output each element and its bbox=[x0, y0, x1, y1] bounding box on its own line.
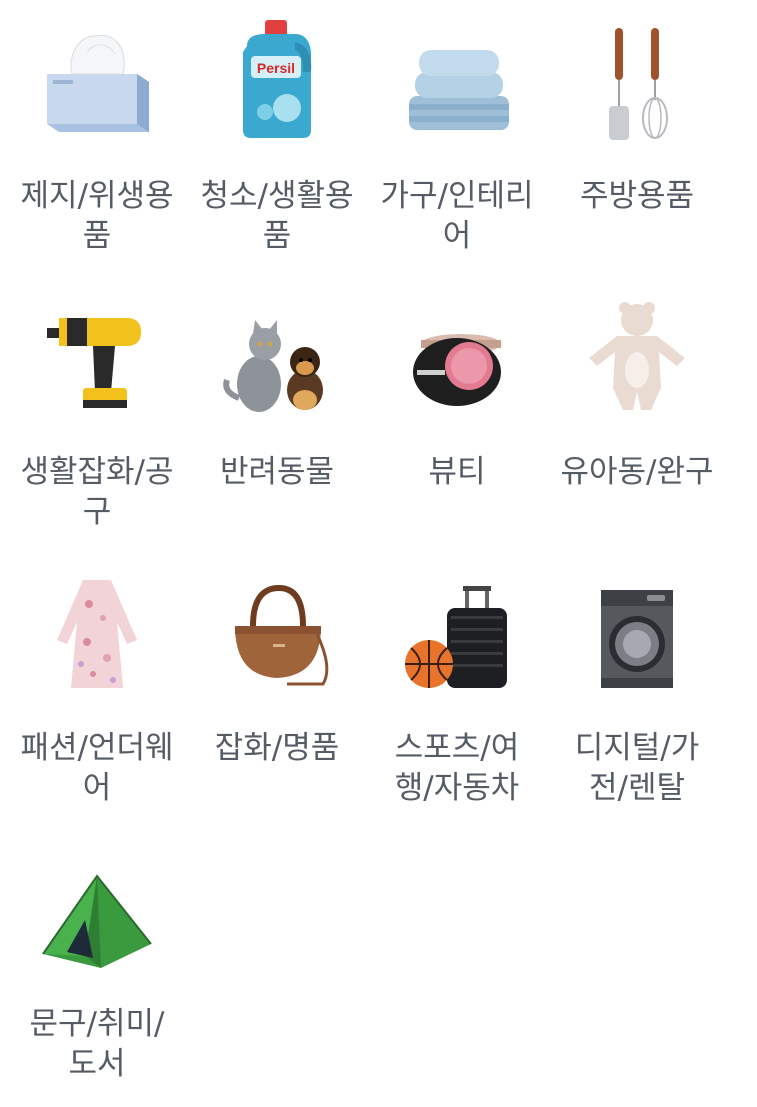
category-stationery-hobby-books[interactable]: 문구/취미/도서 bbox=[7, 828, 187, 1104]
category-label: 청소/생활용품 bbox=[200, 178, 354, 254]
category-label: 유아동/완구 bbox=[560, 454, 714, 490]
suitcase-basketball-icon bbox=[397, 564, 517, 694]
category-label: 스포츠/여행/자동차 bbox=[394, 730, 520, 806]
category-label: 제지/위생용품 bbox=[20, 178, 174, 254]
category-kids-toys[interactable]: 유아동/완구 bbox=[547, 276, 727, 552]
category-grid: 제지/위생용품 Persil 청소/생활용품 가구/인테리어 주방용품 생활잡화… bbox=[7, 0, 727, 1107]
detergent-bottle-icon: Persil bbox=[217, 12, 337, 142]
category-kitchen[interactable]: 주방용품 bbox=[547, 0, 727, 276]
camping-tent-icon bbox=[37, 840, 157, 970]
category-label: 생활잡화/공구 bbox=[20, 454, 174, 530]
category-label: 패션/언더웨어 bbox=[20, 730, 174, 806]
category-accessories-luxury[interactable]: 잡화/명품 bbox=[187, 552, 367, 828]
floral-dress-icon bbox=[37, 564, 157, 694]
washing-machine-icon bbox=[577, 564, 697, 694]
category-label: 반려동물 bbox=[219, 454, 335, 490]
category-label: 디지털/가전/렌탈 bbox=[574, 730, 700, 806]
category-beauty[interactable]: 뷰티 bbox=[367, 276, 547, 552]
tissue-box-icon bbox=[37, 12, 157, 142]
category-label: 문구/취미/도서 bbox=[29, 1006, 165, 1082]
category-label: 잡화/명품 bbox=[214, 730, 340, 766]
kitchen-utensils-icon bbox=[577, 12, 697, 142]
handbag-icon bbox=[217, 564, 337, 694]
category-fashion[interactable]: 패션/언더웨어 bbox=[7, 552, 187, 828]
category-goods-tools[interactable]: 생활잡화/공구 bbox=[7, 276, 187, 552]
category-label: 뷰티 bbox=[428, 454, 486, 490]
category-digital-appliance-rental[interactable]: 디지털/가전/렌탈 bbox=[547, 552, 727, 828]
power-drill-icon bbox=[37, 288, 157, 418]
pillows-bedding-icon bbox=[397, 12, 517, 142]
cushion-compact-icon bbox=[397, 288, 517, 418]
category-pets[interactable]: 반려동물 bbox=[187, 276, 367, 552]
cat-and-dog-icon bbox=[217, 288, 337, 418]
category-sports-travel-auto[interactable]: 스포츠/여행/자동차 bbox=[367, 552, 547, 828]
baby-romper-icon bbox=[577, 288, 697, 418]
persil-brand-text: Persil bbox=[257, 60, 295, 76]
category-tissue[interactable]: 제지/위생용품 bbox=[7, 0, 187, 276]
category-label: 주방용품 bbox=[579, 178, 695, 214]
category-label: 가구/인테리어 bbox=[380, 178, 534, 254]
category-cleaning[interactable]: Persil 청소/생활용품 bbox=[187, 0, 367, 276]
category-furniture[interactable]: 가구/인테리어 bbox=[367, 0, 547, 276]
